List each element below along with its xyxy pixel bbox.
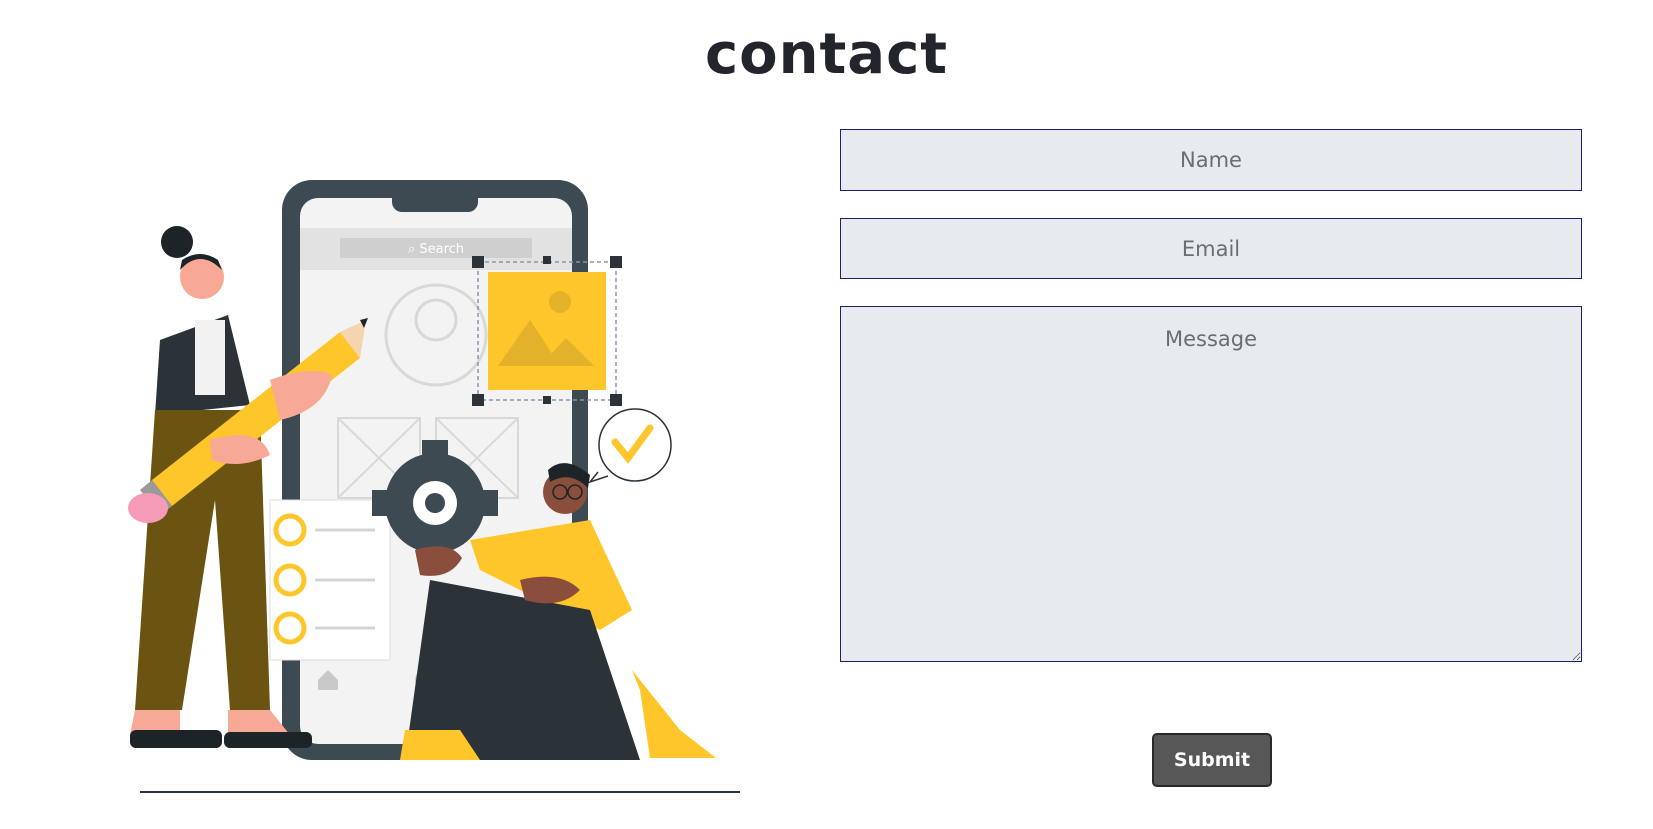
search-label: ⌕ Search bbox=[408, 242, 464, 257]
message-field[interactable] bbox=[840, 306, 1582, 662]
page-title: contact bbox=[704, 22, 949, 87]
submit-button[interactable]: Submit bbox=[1152, 733, 1272, 787]
name-field[interactable] bbox=[840, 129, 1582, 191]
selected-image-icon bbox=[472, 256, 622, 406]
contact-illustration: ⌕ Search bbox=[128, 180, 740, 793]
contact-page: contact ⌕ Search Name Email Message Subm… bbox=[0, 0, 1653, 829]
checkmark-icon bbox=[587, 408, 672, 484]
email-field[interactable] bbox=[840, 218, 1582, 279]
